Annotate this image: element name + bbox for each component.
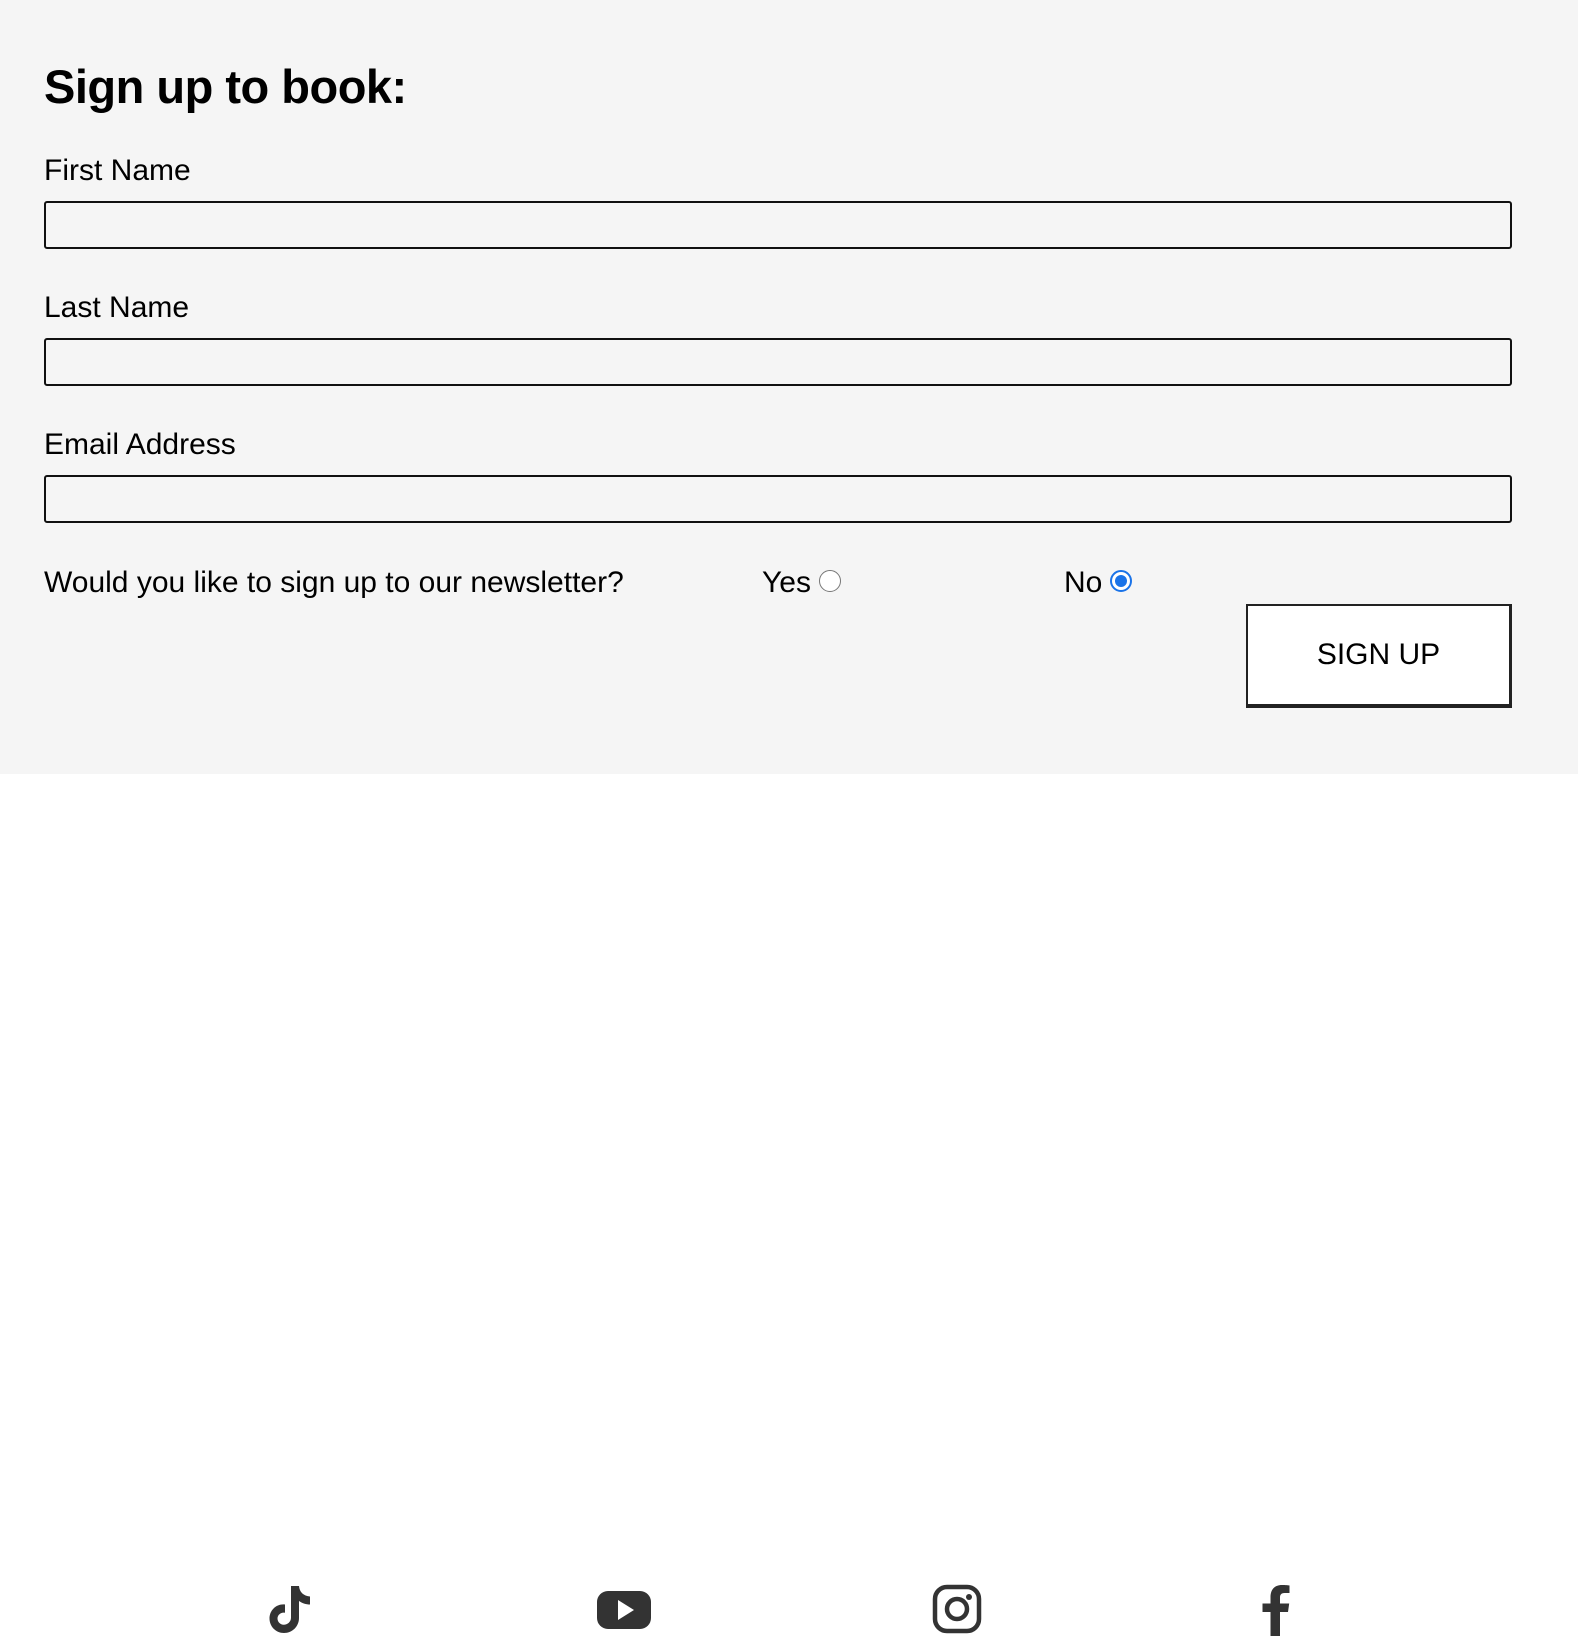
newsletter-yes-radio[interactable] bbox=[818, 570, 841, 592]
tiktok-icon[interactable] bbox=[260, 1580, 320, 1640]
first-name-label: First Name bbox=[44, 154, 191, 187]
newsletter-no-radio[interactable] bbox=[1110, 570, 1133, 592]
instagram-icon[interactable] bbox=[926, 1580, 986, 1640]
email-address-label: Email Address bbox=[44, 428, 236, 461]
newsletter-no-label: No bbox=[1064, 566, 1103, 599]
last-name-input[interactable] bbox=[44, 338, 1512, 386]
social-footer bbox=[0, 774, 1578, 1636]
sign-up-button[interactable]: SIGN UP bbox=[1246, 604, 1512, 708]
signup-form-section: Sign up to book: First Name Last Name Em… bbox=[0, 0, 1578, 774]
newsletter-option-yes[interactable]: Yes bbox=[762, 565, 841, 601]
newsletter-yes-label: Yes bbox=[762, 566, 811, 599]
first-name-input[interactable] bbox=[44, 201, 1512, 249]
form-title: Sign up to book: bbox=[44, 60, 407, 113]
last-name-label: Last Name bbox=[44, 291, 190, 324]
email-address-input[interactable] bbox=[44, 475, 1512, 523]
newsletter-option-no[interactable]: No bbox=[1064, 565, 1133, 601]
newsletter-question: Would you like to sign up to our newslet… bbox=[44, 566, 624, 599]
youtube-icon[interactable] bbox=[594, 1580, 654, 1640]
facebook-icon[interactable] bbox=[1246, 1580, 1306, 1640]
